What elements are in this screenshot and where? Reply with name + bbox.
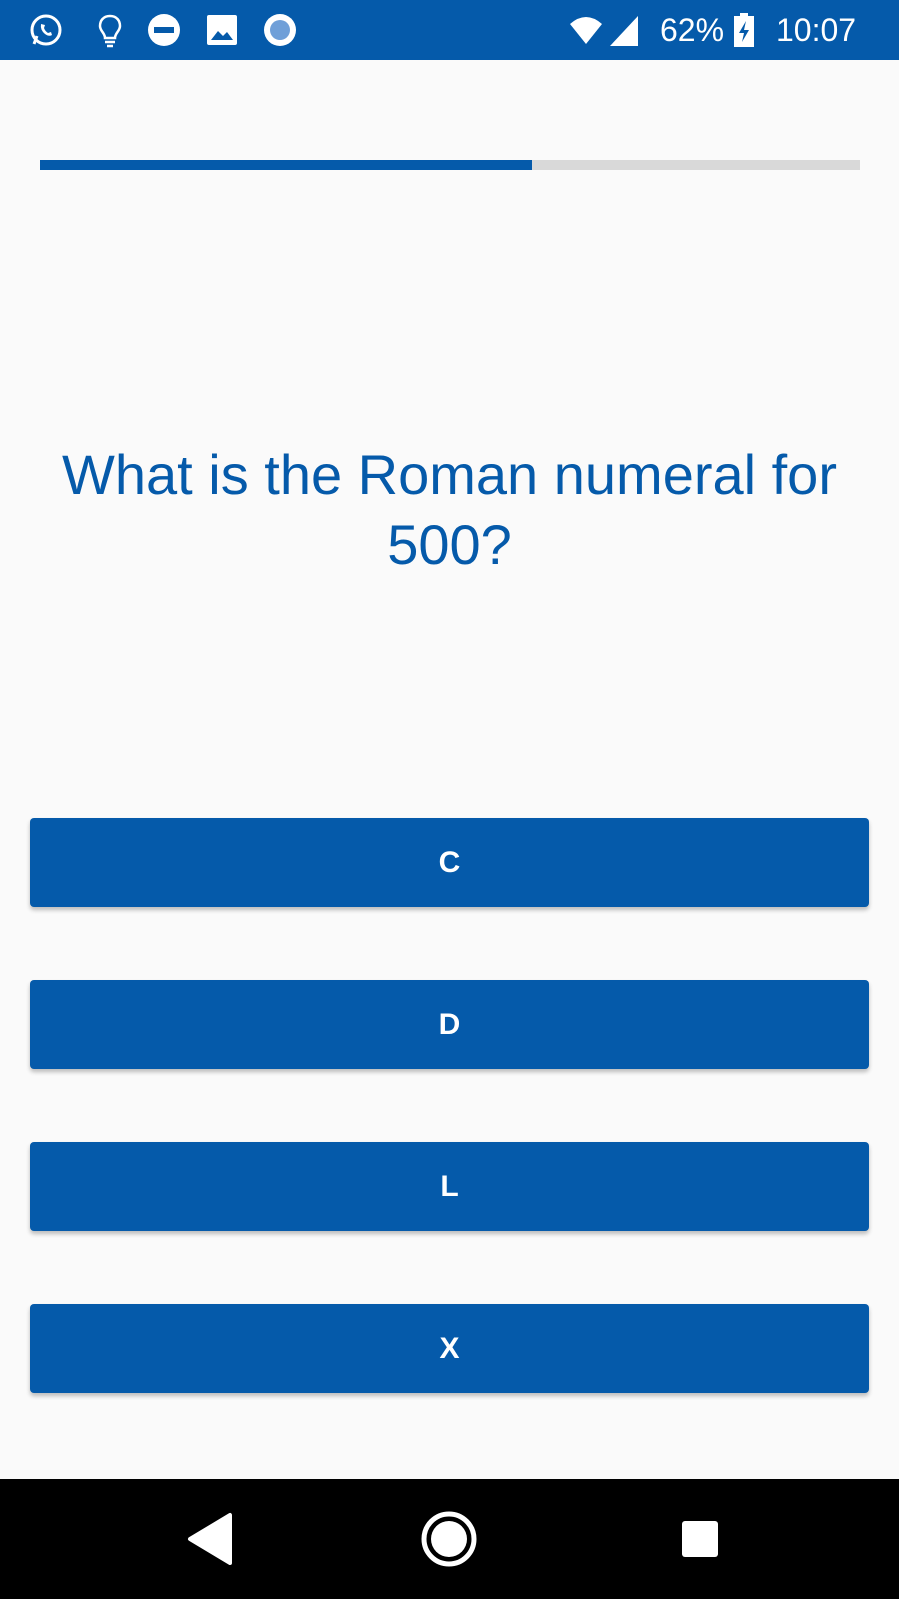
cellular-signal-icon xyxy=(610,16,638,46)
answer-label: C xyxy=(438,845,461,879)
wifi-icon xyxy=(570,17,602,44)
back-icon[interactable] xyxy=(174,1499,254,1579)
answer-label: L xyxy=(440,1169,459,1203)
battery-percent: 62% xyxy=(660,12,725,48)
battery-charging-icon xyxy=(734,13,754,47)
quiz-progress-bar xyxy=(40,160,860,170)
navigation-bar xyxy=(0,1479,899,1599)
image-icon xyxy=(207,15,237,45)
answer-button-2[interactable]: D xyxy=(30,980,869,1069)
recents-icon[interactable] xyxy=(660,1499,740,1579)
do-not-disturb-icon xyxy=(148,14,180,46)
status-bar: 62% 10:07 xyxy=(0,0,899,60)
lightbulb-icon xyxy=(98,14,122,48)
answer-button-3[interactable]: L xyxy=(30,1142,869,1231)
quiz-progress-fill xyxy=(40,160,532,170)
record-icon xyxy=(264,14,296,46)
quiz-screen: 62% 10:07 What is the Roman numeral for … xyxy=(0,0,899,1599)
clock: 10:07 xyxy=(776,12,857,48)
home-icon[interactable] xyxy=(409,1499,489,1579)
answer-label: D xyxy=(438,1007,461,1041)
question-text: What is the Roman numeral for 500? xyxy=(62,443,837,576)
answer-button-1[interactable]: C xyxy=(30,818,869,907)
answer-label: X xyxy=(439,1331,460,1365)
answer-button-4[interactable]: X xyxy=(30,1304,869,1393)
whatsapp-icon xyxy=(30,14,62,46)
